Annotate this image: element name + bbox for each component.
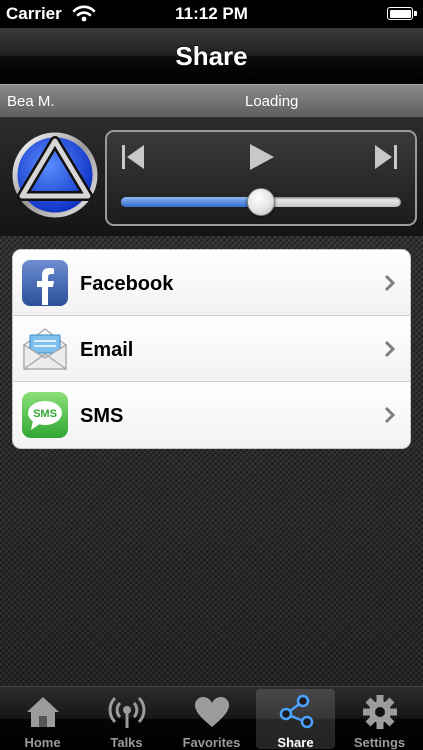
speaker-name: Bea M.: [7, 93, 55, 110]
tab-favorites-label: Favorites: [182, 735, 241, 750]
play-button[interactable]: [246, 142, 276, 172]
playback-controls: [105, 130, 417, 226]
tab-bar: Home Talks Favorites Share Settings: [0, 686, 423, 750]
tab-home[interactable]: Home: [3, 689, 82, 750]
sms-bubble-icon: SMS: [22, 392, 68, 438]
chevron-right-icon: [384, 340, 396, 358]
broadcast-icon: [108, 696, 146, 728]
tab-settings[interactable]: Settings: [340, 689, 419, 750]
share-facebook-row[interactable]: Facebook: [13, 250, 410, 316]
share-facebook-label: Facebook: [80, 273, 174, 295]
heart-icon: [195, 697, 229, 727]
share-email-row[interactable]: Email: [13, 316, 410, 382]
tab-talks-label: Talks: [110, 735, 143, 750]
share-sms-row[interactable]: SMS SMS: [13, 382, 410, 448]
tab-share-label: Share: [277, 735, 314, 750]
player-panel: [0, 118, 423, 236]
tab-favorites[interactable]: Favorites: [172, 689, 251, 750]
facebook-icon: [22, 260, 68, 306]
chevron-right-icon: [384, 274, 396, 292]
gear-icon: [363, 695, 397, 729]
status-bar: Carrier 11:12 PM: [0, 0, 423, 28]
previous-track-button[interactable]: [119, 142, 149, 172]
progress-slider-thumb[interactable]: [247, 188, 275, 216]
battery-icon: [387, 7, 417, 20]
tab-share[interactable]: Share: [256, 689, 335, 750]
clock: 11:12 PM: [175, 4, 248, 23]
progress-fill: [121, 197, 261, 207]
playback-status: Loading: [245, 93, 299, 110]
tab-talks[interactable]: Talks: [87, 689, 166, 750]
progress-slider[interactable]: [121, 188, 401, 216]
page-title: Share: [175, 41, 248, 71]
aa-logo-icon: [12, 132, 98, 218]
house-icon: [27, 697, 59, 727]
chevron-right-icon: [384, 406, 396, 424]
next-track-button[interactable]: [370, 142, 400, 172]
tab-settings-label: Settings: [353, 735, 406, 750]
now-playing-bar: Bea M. Loading: [0, 84, 423, 118]
share-email-label: Email: [80, 339, 134, 361]
sms-icon-text: SMS: [33, 408, 57, 420]
share-sms-label: SMS: [80, 405, 124, 427]
share-options-list: Facebook Email SMS SMS: [12, 249, 411, 449]
tab-home-label: Home: [24, 735, 61, 750]
share-network-icon: [279, 694, 314, 729]
navigation-bar: Share: [0, 28, 423, 84]
email-envelope-icon: [23, 328, 67, 370]
